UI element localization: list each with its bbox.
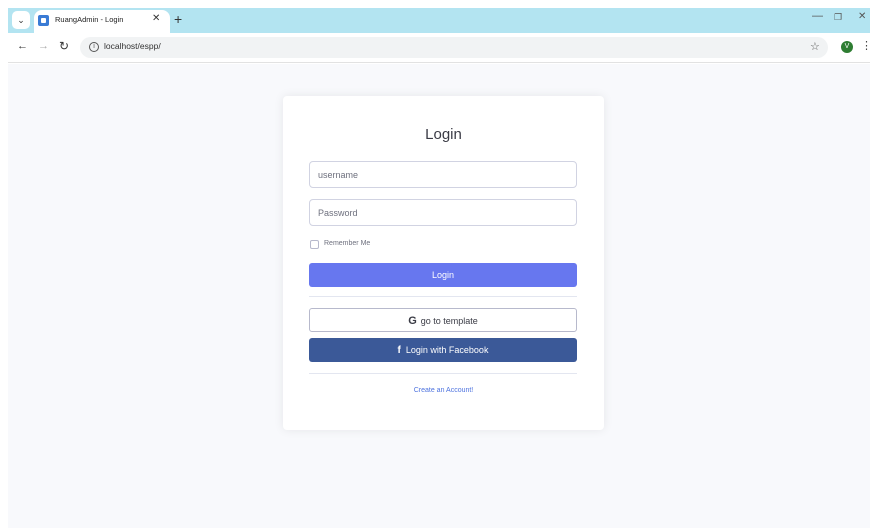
create-account-link[interactable]: Create an Account! [283,387,604,394]
bookmark-star-icon[interactable]: ☆ [810,40,820,53]
google-button[interactable]: Ggo to template [309,308,577,332]
username-input[interactable] [309,161,577,188]
remember-label: Remember Me [324,240,371,247]
info-icon[interactable]: i [89,42,99,52]
tab-title: RuangAdmin - Login [55,15,124,24]
profile-avatar-icon[interactable]: V [841,41,853,53]
divider [309,296,577,297]
minimize-icon[interactable]: — [812,10,823,22]
facebook-login-button[interactable]: f Login with Facebook [309,338,577,362]
url-text: localhost/espp/ [104,41,161,51]
google-icon: G [408,315,417,327]
login-button[interactable]: Login [309,263,577,287]
browser-tabstrip: ⌄ RuangAdmin - Login ✕ + — ❐ ✕ [8,8,870,33]
address-bar[interactable]: i localhost/espp/ ☆ [80,37,828,58]
login-card: Login Remember Me Login Ggo to template … [283,96,604,430]
tab-search-icon[interactable]: ⌄ [12,11,30,29]
browser-toolbar: ← → ↻ i localhost/espp/ ☆ V ⋮ [8,33,870,63]
new-tab-icon[interactable]: + [174,10,182,28]
reload-icon[interactable]: ↻ [59,39,69,53]
google-button-label: go to template [420,316,478,326]
facebook-button-label: Login with Facebook [405,345,489,355]
restore-icon[interactable]: ❐ [834,12,842,23]
kebab-menu-icon[interactable]: ⋮ [861,39,870,52]
login-title: Login [425,126,462,143]
remember-checkbox[interactable] [310,240,319,249]
back-icon[interactable]: ← [17,40,28,52]
tab-close-icon[interactable]: ✕ [152,13,160,24]
facebook-icon: f [397,345,401,356]
favicon-icon [38,15,49,26]
browser-tab[interactable]: RuangAdmin - Login ✕ [34,10,170,33]
divider [309,373,577,374]
window-close-icon[interactable]: ✕ [858,11,866,22]
forward-icon[interactable]: → [38,40,49,52]
password-input[interactable] [309,199,577,226]
remember-me[interactable]: Remember Me [310,239,460,251]
